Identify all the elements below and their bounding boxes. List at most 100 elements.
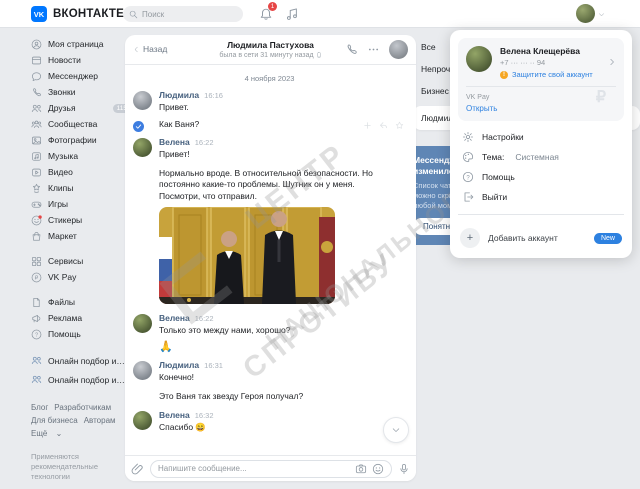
sidebar-item-messenger[interactable]: Мессенджер bbox=[31, 68, 131, 84]
message-text: Конечно! bbox=[159, 372, 397, 384]
sidebar-item-label: Онлайн подбор и… bbox=[48, 375, 125, 385]
sidebar-item-market[interactable]: Маркет bbox=[31, 228, 131, 244]
vk-logo-icon: VK bbox=[31, 6, 47, 22]
sidebar-item-music[interactable]: Музыка bbox=[31, 148, 131, 164]
photo-attachment[interactable] bbox=[159, 207, 335, 304]
chat-panel: Назад Людмила Пастухова была в сети 31 м… bbox=[125, 35, 416, 481]
message-input[interactable] bbox=[158, 464, 350, 473]
avatar[interactable] bbox=[133, 411, 152, 430]
sidebar-item-online-selection-2[interactable]: Онлайн подбор и… bbox=[31, 370, 131, 389]
footer-link-developers[interactable]: Разработчикам bbox=[54, 401, 111, 414]
forward-icon[interactable] bbox=[363, 121, 372, 130]
sidebar-item-clips[interactable]: Клипы bbox=[31, 180, 131, 196]
sidebar-item-label: Музыка bbox=[48, 151, 78, 161]
sidebar-item-files[interactable]: Файлы bbox=[31, 294, 131, 310]
avatar[interactable] bbox=[133, 138, 152, 157]
sidebar-item-photos[interactable]: Фотографии bbox=[31, 132, 131, 148]
message-time: 16:16 bbox=[204, 91, 223, 100]
sidebar-item-help[interactable]: ? Помощь bbox=[31, 326, 131, 342]
menu-item-settings[interactable]: Настройки bbox=[458, 127, 624, 147]
sidebar-item-games[interactable]: Игры bbox=[31, 196, 131, 212]
search-input[interactable] bbox=[142, 10, 232, 19]
protect-account-link[interactable]: ! Защитите свой аккаунт bbox=[500, 70, 593, 79]
top-bar: VK ВКОНТАКТЕ 1 bbox=[0, 0, 640, 28]
profile-phone: +7 ··· ··· ·· 94 bbox=[500, 58, 593, 67]
account-chevron-down-icon[interactable] bbox=[598, 11, 605, 18]
sidebar-item-label: Стикеры bbox=[48, 215, 82, 225]
call-icon[interactable] bbox=[345, 43, 358, 56]
menu-item-help[interactable]: ? Помощь bbox=[458, 167, 624, 187]
sidebar-item-video[interactable]: Видео bbox=[31, 164, 131, 180]
sidebar-item-calls[interactable]: Звонки bbox=[31, 84, 131, 100]
message-author[interactable]: Людмила bbox=[159, 360, 199, 370]
avatar[interactable] bbox=[133, 91, 152, 110]
help-question-icon: ? bbox=[31, 329, 42, 340]
message-actions bbox=[363, 121, 404, 130]
sidebar-item-label: Фотографии bbox=[48, 135, 97, 145]
sidebar-item-news[interactable]: Новости bbox=[31, 52, 131, 68]
sidebar-item-my-page[interactable]: Моя страница bbox=[31, 36, 131, 52]
message-author[interactable]: Велена bbox=[159, 410, 190, 420]
microphone-icon[interactable] bbox=[398, 463, 410, 475]
vkpay-ruble-icon: ₽ bbox=[31, 272, 42, 283]
footer-link-authors[interactable]: Авторам bbox=[84, 414, 116, 427]
music-note-icon[interactable] bbox=[285, 7, 299, 21]
sidebar-item-label: Помощь bbox=[48, 329, 81, 339]
vkpay-open-link[interactable]: Открыть bbox=[466, 104, 616, 113]
chat-bubble-icon bbox=[31, 71, 42, 82]
menu-item-logout[interactable]: Выйти bbox=[458, 187, 624, 207]
sidebar-item-online-selection-1[interactable]: Онлайн подбор и… bbox=[31, 351, 131, 370]
camera-icon[interactable] bbox=[355, 463, 367, 475]
photo-two-men-gold-hall bbox=[159, 207, 335, 304]
read-check-icon bbox=[133, 121, 144, 132]
sidebar-item-services[interactable]: Сервисы bbox=[31, 253, 131, 269]
vk-logo[interactable]: VK ВКОНТАКТЕ bbox=[31, 6, 124, 22]
back-button[interactable]: Назад bbox=[133, 44, 167, 54]
sidebar-item-label: Моя страница bbox=[48, 39, 104, 49]
sidebar-item-stickers[interactable]: Стикеры bbox=[31, 212, 131, 228]
theme-value: Системная bbox=[515, 152, 559, 162]
message-composer bbox=[125, 455, 416, 481]
chat-title: Людмила Пастухова bbox=[195, 40, 346, 50]
more-options-icon[interactable] bbox=[367, 43, 380, 56]
emoji-smiley-icon[interactable] bbox=[372, 463, 384, 475]
sidebar-item-label: Видео bbox=[48, 167, 73, 177]
account-avatar[interactable] bbox=[576, 4, 595, 23]
chat-title-block: Людмила Пастухова была в сети 31 минуту … bbox=[195, 40, 346, 59]
sidebar-item-label: Игры bbox=[48, 199, 68, 209]
reply-icon[interactable] bbox=[379, 121, 388, 130]
sidebar-item-label: Сообщества bbox=[48, 119, 97, 129]
date-separator: 4 ноября 2023 bbox=[133, 74, 406, 83]
footer-link-business[interactable]: Для бизнеса bbox=[31, 414, 78, 427]
mobile-phone-icon bbox=[316, 51, 322, 59]
help-question-icon: ? bbox=[462, 171, 474, 183]
avatar[interactable] bbox=[133, 314, 152, 333]
search-icon bbox=[129, 10, 138, 19]
global-search[interactable] bbox=[123, 6, 243, 22]
scroll-to-bottom-button[interactable] bbox=[383, 417, 409, 443]
sidebar-item-label: Мессенджер bbox=[48, 71, 98, 81]
menu-item-theme[interactable]: Тема: Системная bbox=[458, 147, 624, 167]
sidebar-item-ads[interactable]: Реклама bbox=[31, 310, 131, 326]
phone-icon bbox=[31, 87, 42, 98]
sidebar-item-communities[interactable]: Сообщества bbox=[31, 116, 131, 132]
chevron-right-icon bbox=[608, 58, 616, 66]
footer-link-blog[interactable]: Блог bbox=[31, 401, 48, 414]
attach-paperclip-icon[interactable] bbox=[131, 462, 144, 475]
footer-link-more[interactable]: Ещё ⌄ bbox=[31, 427, 62, 440]
favorite-star-icon[interactable] bbox=[395, 121, 404, 130]
chat-partner-avatar[interactable] bbox=[389, 40, 408, 59]
add-account-button[interactable]: + Добавить аккаунт New bbox=[458, 222, 624, 250]
message-author[interactable]: Велена bbox=[159, 137, 190, 147]
sidebar-item-friends[interactable]: Друзья 115 bbox=[31, 100, 131, 116]
profile-avatar bbox=[466, 46, 492, 72]
gear-icon bbox=[462, 131, 474, 143]
left-sidebar: Моя страница Новости Мессенджер Звонки Д… bbox=[31, 36, 131, 482]
clips-icon bbox=[31, 183, 42, 194]
profile-row[interactable]: Велена Клещерёва +7 ··· ··· ·· 94 ! Защи… bbox=[466, 46, 616, 79]
message-author[interactable]: Велена bbox=[159, 313, 190, 323]
sidebar-item-vkpay[interactable]: ₽ VK Pay bbox=[31, 269, 131, 285]
message-time: 16:22 bbox=[195, 138, 214, 147]
message-author[interactable]: Людмила bbox=[159, 90, 199, 100]
avatar[interactable] bbox=[133, 361, 152, 380]
